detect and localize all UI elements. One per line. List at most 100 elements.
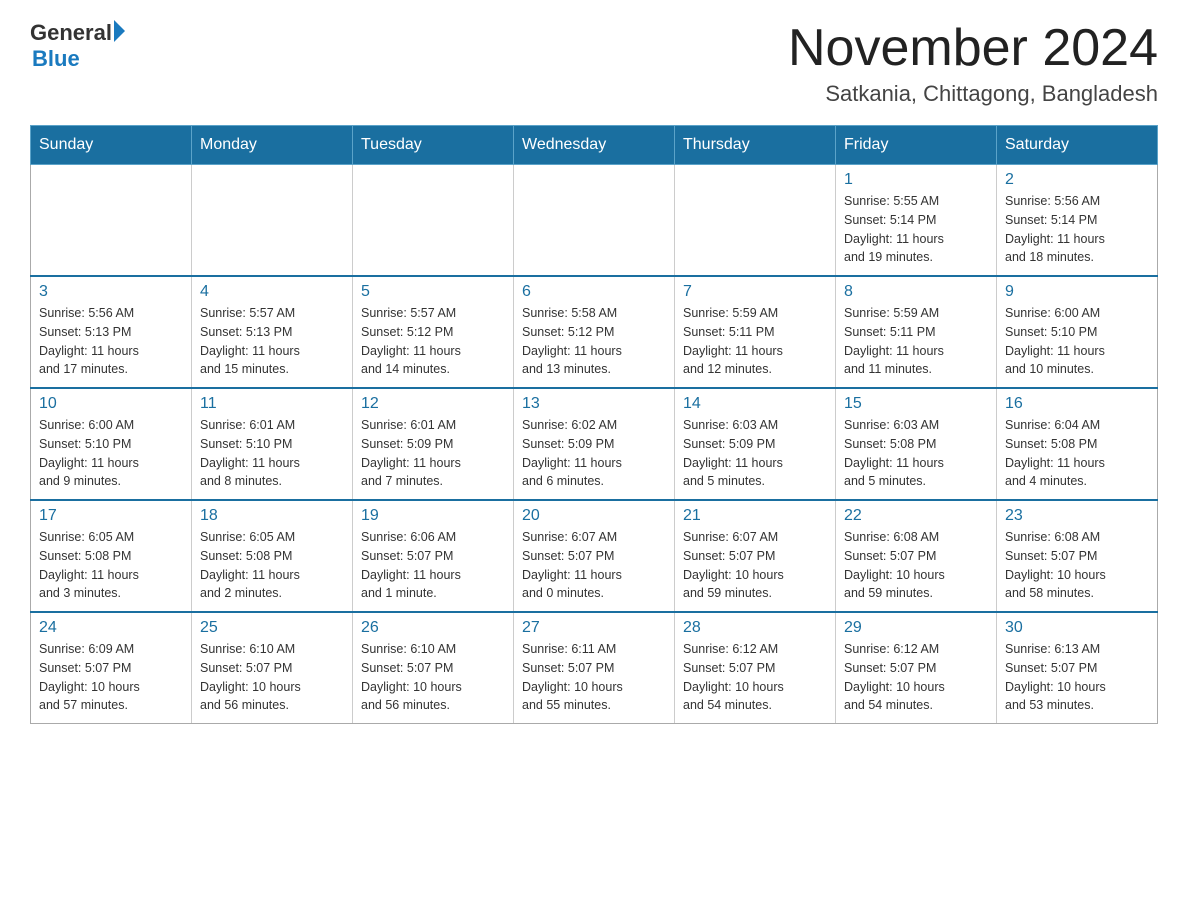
calendar-week-5: 24Sunrise: 6:09 AM Sunset: 5:07 PM Dayli…	[31, 612, 1158, 724]
day-detail: Sunrise: 6:11 AM Sunset: 5:07 PM Dayligh…	[522, 640, 666, 715]
calendar-cell: 29Sunrise: 6:12 AM Sunset: 5:07 PM Dayli…	[836, 612, 997, 724]
calendar-cell	[353, 165, 514, 277]
logo: General Blue	[30, 20, 125, 72]
day-detail: Sunrise: 5:56 AM Sunset: 5:13 PM Dayligh…	[39, 304, 183, 379]
day-number: 17	[39, 507, 183, 525]
page-header: General Blue November 2024 Satkania, Chi…	[30, 20, 1158, 107]
calendar-cell	[31, 165, 192, 277]
day-number: 7	[683, 283, 827, 301]
day-detail: Sunrise: 6:04 AM Sunset: 5:08 PM Dayligh…	[1005, 416, 1149, 491]
calendar-cell: 9Sunrise: 6:00 AM Sunset: 5:10 PM Daylig…	[997, 276, 1158, 388]
day-number: 6	[522, 283, 666, 301]
day-number: 1	[844, 171, 988, 189]
day-number: 30	[1005, 619, 1149, 637]
calendar-cell: 13 Sunrise: 6:02 AM Sunset: 5:09 PM Dayli…	[514, 388, 675, 500]
day-number: 22	[844, 507, 988, 525]
calendar-body: 1 Sunrise: 5:55 AM Sunset: 5:14 PM Daylig…	[31, 165, 1158, 724]
calendar-cell: 4 Sunrise: 5:57 AM Sunset: 5:13 PM Daylig…	[192, 276, 353, 388]
day-number: 10	[39, 395, 183, 413]
calendar-cell: 12Sunrise: 6:01 AM Sunset: 5:09 PM Dayli…	[353, 388, 514, 500]
calendar-week-1: 1 Sunrise: 5:55 AM Sunset: 5:14 PM Daylig…	[31, 165, 1158, 277]
day-number: 18	[200, 507, 344, 525]
day-number: 14	[683, 395, 827, 413]
weekday-header-sunday: Sunday	[31, 126, 192, 165]
day-detail: Sunrise: 5:59 AM Sunset: 5:11 PM Dayligh…	[683, 304, 827, 379]
day-detail: Sunrise: 6:02 AM Sunset: 5:09 PM Dayligh…	[522, 416, 666, 491]
calendar-cell: 10 Sunrise: 6:00 AM Sunset: 5:10 PM Dayli…	[31, 388, 192, 500]
calendar-cell: 2 Sunrise: 5:56 AM Sunset: 5:14 PM Daylig…	[997, 165, 1158, 277]
day-detail: Sunrise: 6:10 AM Sunset: 5:07 PM Dayligh…	[361, 640, 505, 715]
calendar-cell: 14 Sunrise: 6:03 AM Sunset: 5:09 PM Dayli…	[675, 388, 836, 500]
calendar-cell: 23 Sunrise: 6:08 AM Sunset: 5:07 PM Dayli…	[997, 500, 1158, 612]
day-number: 5	[361, 283, 505, 301]
day-number: 3	[39, 283, 183, 301]
day-number: 25	[200, 619, 344, 637]
day-detail: Sunrise: 6:07 AM Sunset: 5:07 PM Dayligh…	[522, 528, 666, 603]
day-number: 20	[522, 507, 666, 525]
day-detail: Sunrise: 6:06 AM Sunset: 5:07 PM Dayligh…	[361, 528, 505, 603]
day-detail: Sunrise: 6:12 AM Sunset: 5:07 PM Dayligh…	[683, 640, 827, 715]
calendar-week-3: 10 Sunrise: 6:00 AM Sunset: 5:10 PM Dayli…	[31, 388, 1158, 500]
day-detail: Sunrise: 6:08 AM Sunset: 5:07 PM Dayligh…	[844, 528, 988, 603]
logo-blue-text: Blue	[32, 46, 125, 72]
calendar-cell: 19 Sunrise: 6:06 AM Sunset: 5:07 PM Dayli…	[353, 500, 514, 612]
calendar-cell: 21Sunrise: 6:07 AM Sunset: 5:07 PM Dayli…	[675, 500, 836, 612]
calendar-cell: 8 Sunrise: 5:59 AM Sunset: 5:11 PM Daylig…	[836, 276, 997, 388]
calendar-cell: 24Sunrise: 6:09 AM Sunset: 5:07 PM Dayli…	[31, 612, 192, 724]
day-detail: Sunrise: 6:00 AM Sunset: 5:10 PM Dayligh…	[39, 416, 183, 491]
weekday-header-saturday: Saturday	[997, 126, 1158, 165]
logo-triangle-icon	[114, 20, 125, 42]
day-number: 16	[1005, 395, 1149, 413]
day-detail: Sunrise: 5:55 AM Sunset: 5:14 PM Dayligh…	[844, 192, 988, 267]
day-detail: Sunrise: 6:08 AM Sunset: 5:07 PM Dayligh…	[1005, 528, 1149, 603]
calendar-cell: 1 Sunrise: 5:55 AM Sunset: 5:14 PM Daylig…	[836, 165, 997, 277]
weekday-header-wednesday: Wednesday	[514, 126, 675, 165]
day-number: 19	[361, 507, 505, 525]
day-detail: Sunrise: 6:01 AM Sunset: 5:10 PM Dayligh…	[200, 416, 344, 491]
calendar-cell: 20 Sunrise: 6:07 AM Sunset: 5:07 PM Dayli…	[514, 500, 675, 612]
calendar-cell: 6 Sunrise: 5:58 AM Sunset: 5:12 PM Daylig…	[514, 276, 675, 388]
day-detail: Sunrise: 5:56 AM Sunset: 5:14 PM Dayligh…	[1005, 192, 1149, 267]
day-detail: Sunrise: 5:59 AM Sunset: 5:11 PM Dayligh…	[844, 304, 988, 379]
calendar-cell: 25 Sunrise: 6:10 AM Sunset: 5:07 PM Dayli…	[192, 612, 353, 724]
day-detail: Sunrise: 6:01 AM Sunset: 5:09 PM Dayligh…	[361, 416, 505, 491]
day-detail: Sunrise: 6:05 AM Sunset: 5:08 PM Dayligh…	[39, 528, 183, 603]
day-number: 23	[1005, 507, 1149, 525]
calendar-cell: 30Sunrise: 6:13 AM Sunset: 5:07 PM Dayli…	[997, 612, 1158, 724]
weekday-header-thursday: Thursday	[675, 126, 836, 165]
day-detail: Sunrise: 5:57 AM Sunset: 5:13 PM Dayligh…	[200, 304, 344, 379]
day-number: 13	[522, 395, 666, 413]
day-number: 21	[683, 507, 827, 525]
calendar-table: SundayMondayTuesdayWednesdayThursdayFrid…	[30, 125, 1158, 724]
day-number: 4	[200, 283, 344, 301]
calendar-cell: 11 Sunrise: 6:01 AM Sunset: 5:10 PM Dayli…	[192, 388, 353, 500]
calendar-week-2: 3 Sunrise: 5:56 AM Sunset: 5:13 PM Daylig…	[31, 276, 1158, 388]
calendar-cell: 18Sunrise: 6:05 AM Sunset: 5:08 PM Dayli…	[192, 500, 353, 612]
weekday-header-tuesday: Tuesday	[353, 126, 514, 165]
day-detail: Sunrise: 6:00 AM Sunset: 5:10 PM Dayligh…	[1005, 304, 1149, 379]
day-number: 8	[844, 283, 988, 301]
calendar-header: SundayMondayTuesdayWednesdayThursdayFrid…	[31, 126, 1158, 165]
weekday-header-monday: Monday	[192, 126, 353, 165]
day-number: 11	[200, 395, 344, 413]
logo-general-text: General	[30, 20, 112, 46]
calendar-cell: 5 Sunrise: 5:57 AM Sunset: 5:12 PM Daylig…	[353, 276, 514, 388]
day-detail: Sunrise: 5:58 AM Sunset: 5:12 PM Dayligh…	[522, 304, 666, 379]
calendar-cell	[192, 165, 353, 277]
day-detail: Sunrise: 6:10 AM Sunset: 5:07 PM Dayligh…	[200, 640, 344, 715]
day-detail: Sunrise: 6:09 AM Sunset: 5:07 PM Dayligh…	[39, 640, 183, 715]
calendar-cell: 7 Sunrise: 5:59 AM Sunset: 5:11 PM Daylig…	[675, 276, 836, 388]
calendar-week-4: 17 Sunrise: 6:05 AM Sunset: 5:08 PM Dayli…	[31, 500, 1158, 612]
day-number: 27	[522, 619, 666, 637]
page-title: November 2024	[788, 20, 1158, 77]
day-number: 15	[844, 395, 988, 413]
day-detail: Sunrise: 5:57 AM Sunset: 5:12 PM Dayligh…	[361, 304, 505, 379]
calendar-cell: 22 Sunrise: 6:08 AM Sunset: 5:07 PM Dayli…	[836, 500, 997, 612]
page-subtitle: Satkania, Chittagong, Bangladesh	[788, 81, 1158, 107]
day-number: 2	[1005, 171, 1149, 189]
calendar-cell	[675, 165, 836, 277]
day-detail: Sunrise: 6:03 AM Sunset: 5:09 PM Dayligh…	[683, 416, 827, 491]
day-detail: Sunrise: 6:03 AM Sunset: 5:08 PM Dayligh…	[844, 416, 988, 491]
title-section: November 2024 Satkania, Chittagong, Bang…	[788, 20, 1158, 107]
day-detail: Sunrise: 6:12 AM Sunset: 5:07 PM Dayligh…	[844, 640, 988, 715]
